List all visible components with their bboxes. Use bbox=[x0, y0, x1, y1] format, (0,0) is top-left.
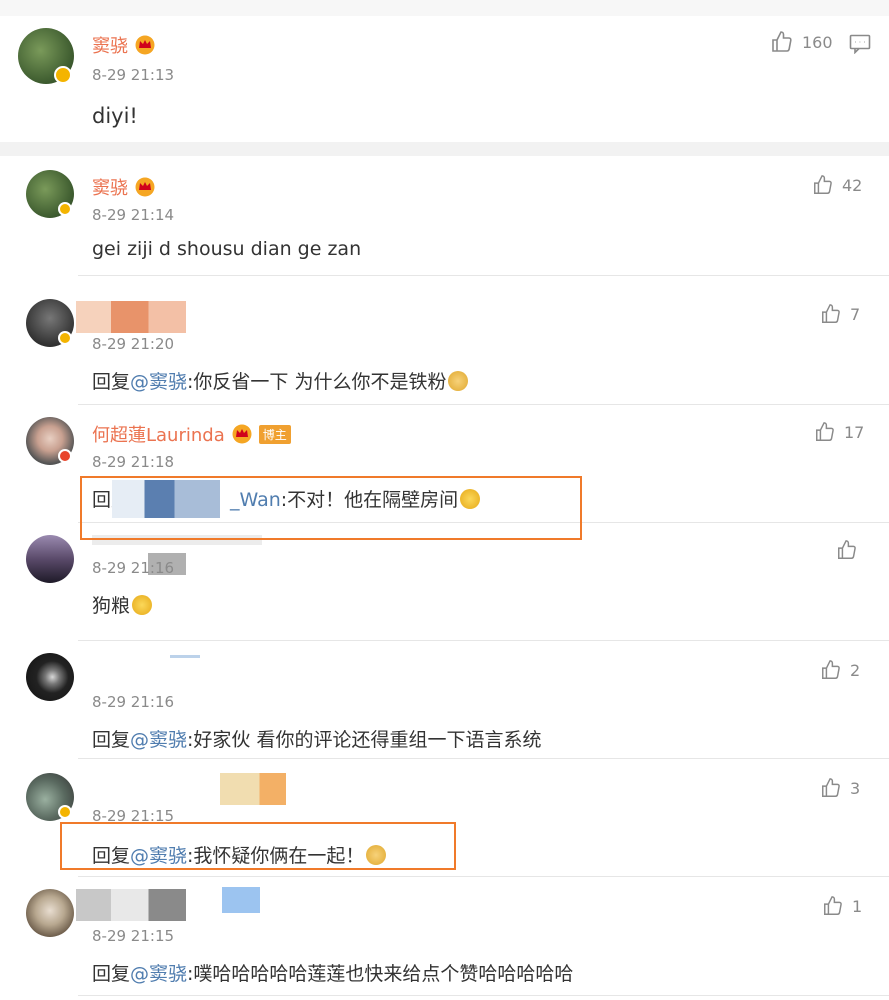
list-item: 8-29 21:16 回复@窦骁:好家伙 看你的评论还得重组一下语言系统 2 bbox=[0, 641, 889, 759]
list-item: 8-29 21:16 狗粮 bbox=[0, 523, 889, 641]
thumbs-up-icon bbox=[822, 660, 840, 679]
reply-body: :你反省一下 为什么你不是铁粉 bbox=[187, 371, 447, 393]
comment-text: diyi! bbox=[92, 104, 138, 128]
author-name[interactable]: 窦骁 bbox=[92, 178, 128, 199]
verified-badge-icon bbox=[58, 202, 72, 216]
like-button[interactable] bbox=[836, 539, 866, 561]
like-count: 42 bbox=[842, 175, 863, 195]
verified-badge-icon bbox=[58, 449, 72, 463]
dog-face-emoji-icon bbox=[448, 371, 469, 391]
avatar[interactable] bbox=[26, 535, 74, 583]
like-button[interactable]: 42 bbox=[812, 174, 862, 196]
avatar[interactable] bbox=[26, 889, 74, 937]
mention-link[interactable]: @窦骁 bbox=[130, 963, 187, 985]
comment-bubble-icon[interactable] bbox=[849, 34, 871, 54]
comment-text: 回复@窦骁:你反省一下 为什么你不是铁粉 bbox=[92, 367, 469, 394]
comments-page: 窦骁 8-29 21:13 diyi! 160 窦骁 8-29 21:14 ge… bbox=[0, 0, 889, 1000]
divider bbox=[78, 275, 889, 276]
crying-face-emoji-icon bbox=[132, 595, 153, 615]
like-count: 160 bbox=[802, 32, 833, 52]
redacted-name bbox=[222, 887, 260, 913]
comment-time: 8-29 21:18 bbox=[92, 453, 175, 471]
like-button[interactable]: 2 bbox=[820, 659, 860, 681]
like-count: 2 bbox=[850, 660, 861, 680]
author-name[interactable]: 何超蓮Laurinda bbox=[92, 425, 225, 446]
top-comment-card: 窦骁 8-29 21:13 diyi! 160 bbox=[0, 16, 889, 142]
comment-time: 8-29 21:16 bbox=[92, 559, 175, 577]
comment-time: 8-29 21:15 bbox=[92, 927, 175, 945]
verified-badge-icon bbox=[58, 331, 72, 345]
thumbs-up-icon bbox=[816, 422, 834, 441]
comment-time: 8-29 21:14 bbox=[92, 206, 175, 224]
reply-list: 窦骁 8-29 21:14 gei ziji d shousu dian ge … bbox=[0, 156, 889, 1000]
comment-time: 8-29 21:13 bbox=[92, 66, 175, 84]
highlight-box bbox=[60, 822, 456, 870]
comment-text: gei ziji d shousu dian ge zan bbox=[92, 238, 362, 260]
comment-text: 狗粮 bbox=[92, 591, 153, 618]
reply-prefix: 回复 bbox=[92, 729, 131, 751]
redacted-name bbox=[170, 655, 200, 658]
comment-author[interactable]: 窦骁 bbox=[92, 32, 156, 58]
divider bbox=[78, 995, 889, 996]
host-badge: 博主 bbox=[258, 425, 291, 444]
highlight-box bbox=[80, 476, 582, 540]
crown-badge-icon bbox=[135, 35, 155, 55]
mention-link[interactable]: @窦骁 bbox=[130, 371, 187, 393]
like-button[interactable]: 1 bbox=[822, 895, 862, 917]
crown-badge-icon bbox=[135, 177, 155, 197]
like-count: 1 bbox=[852, 896, 863, 916]
avatar[interactable] bbox=[26, 653, 74, 701]
reply-body: :好家伙 看你的评论还得重组一下语言系统 bbox=[187, 729, 542, 751]
like-count: 17 bbox=[844, 422, 865, 442]
list-item: 8-29 21:15 回复@窦骁:噗哈哈哈哈哈莲莲也快来给点个赞哈哈哈哈哈 1 bbox=[0, 877, 889, 1000]
comment-author[interactable]: 窦骁 bbox=[92, 174, 156, 200]
comment-time: 8-29 21:20 bbox=[92, 335, 175, 353]
redacted-name bbox=[76, 889, 186, 921]
top-spacer bbox=[0, 0, 889, 16]
comment-author[interactable]: 何超蓮Laurinda 博主 bbox=[92, 421, 291, 447]
comment-text: 回复@窦骁:噗哈哈哈哈哈莲莲也快来给点个赞哈哈哈哈哈 bbox=[92, 959, 573, 986]
mention-link[interactable]: @窦骁 bbox=[130, 729, 187, 751]
reply-body: :噗哈哈哈哈哈莲莲也快来给点个赞哈哈哈哈哈 bbox=[187, 963, 574, 985]
reply-prefix: 回复 bbox=[92, 371, 131, 393]
redacted-name bbox=[76, 301, 186, 333]
verified-badge-icon bbox=[58, 805, 72, 819]
list-item: 窦骁 8-29 21:14 gei ziji d shousu dian ge … bbox=[0, 156, 889, 276]
like-count: 7 bbox=[850, 304, 861, 324]
thumbs-up-icon bbox=[814, 175, 832, 194]
like-button[interactable]: 17 bbox=[814, 421, 864, 443]
reply-prefix: 回复 bbox=[92, 963, 131, 985]
thumbs-up-icon bbox=[772, 31, 792, 52]
like-button[interactable]: 7 bbox=[820, 303, 860, 325]
comment-text: 回复@窦骁:好家伙 看你的评论还得重组一下语言系统 bbox=[92, 725, 541, 752]
author-name[interactable]: 窦骁 bbox=[92, 36, 128, 57]
thumbs-up-icon bbox=[822, 778, 840, 797]
like-button[interactable]: 3 bbox=[820, 777, 860, 799]
verified-badge-icon bbox=[54, 66, 72, 84]
thumbs-up-icon bbox=[838, 540, 856, 559]
crown-badge-icon bbox=[232, 424, 252, 444]
comment-time: 8-29 21:16 bbox=[92, 693, 175, 711]
thumbs-up-icon bbox=[824, 896, 842, 915]
like-count: 3 bbox=[850, 778, 861, 798]
redacted-name bbox=[220, 773, 286, 805]
list-item: 8-29 21:20 回复@窦骁:你反省一下 为什么你不是铁粉 7 bbox=[0, 287, 889, 405]
thumbs-up-icon bbox=[822, 304, 840, 323]
like-button[interactable]: 160 bbox=[770, 30, 833, 54]
reply-body: 狗粮 bbox=[92, 595, 131, 617]
